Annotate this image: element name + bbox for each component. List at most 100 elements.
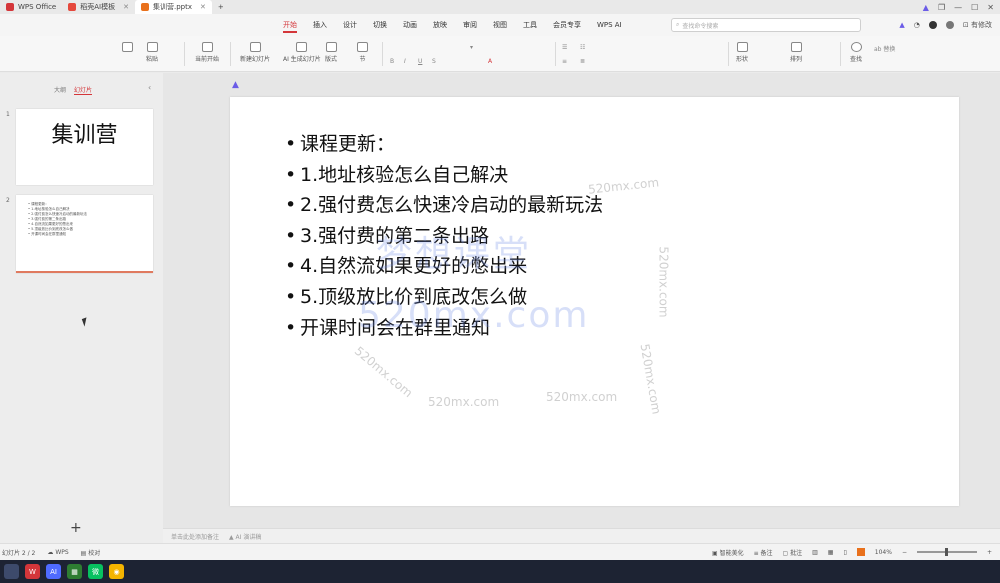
ai-spark-icon[interactable]: ▲	[923, 3, 929, 12]
new-slide-button[interactable]: 新建幻灯片	[240, 42, 270, 63]
tab-document[interactable]: 集训营.pptx ✕	[134, 0, 212, 14]
tab-slides[interactable]: 幻灯片	[74, 85, 93, 95]
find-button[interactable]: 查找	[850, 42, 862, 63]
taskbar-app-icon[interactable]: ▦	[67, 564, 82, 579]
os-taskbar: W AI ▦ 微 ◉	[0, 560, 1000, 583]
tab-wps-office[interactable]: WPS Office	[0, 0, 62, 14]
add-slide-button[interactable]: +	[70, 520, 82, 536]
notification-icon[interactable]: ◔	[914, 21, 920, 29]
shape-button[interactable]: 形状	[736, 42, 748, 63]
slide-thumbnail-2[interactable]: • 课程更新： • 1.地址核验怎么自己解决 • 2.强付费怎么快速冷启动的最新…	[16, 195, 153, 273]
menu-tab[interactable]: 开始	[283, 14, 297, 36]
bullet-list[interactable]: • 课程更新： • 1.地址核验怎么自己解决 • 2.强付费怎么快速冷启动的最新玩法 • 3.…	[285, 129, 603, 343]
normal-view-icon[interactable]: ▥	[812, 549, 818, 556]
slide-sorter-icon[interactable]: ▦	[828, 549, 834, 556]
bold-button[interactable]: B	[390, 58, 394, 65]
watermark-small: 520mx.com	[428, 395, 500, 409]
slide-thumbnail-1[interactable]: 集训营	[16, 109, 153, 185]
section-button[interactable]: 节	[357, 42, 368, 63]
ai-float-icon[interactable]: ▲	[232, 80, 239, 90]
slide-number: 1	[6, 111, 10, 118]
avatar[interactable]	[945, 21, 954, 29]
close-icon[interactable]: ✕	[200, 3, 206, 11]
menu-tabs: 开始 插入 设计 切换 动画 放映 审阅 视图 工具 会员专享 WPS AI	[283, 14, 622, 36]
watermark-small: 520mx.com	[656, 246, 671, 318]
format-painter-button[interactable]	[122, 42, 133, 54]
font-color-button[interactable]: A	[488, 58, 492, 65]
maximize-icon[interactable]: ☐	[971, 3, 978, 12]
tab-template[interactable]: 稻壳AI模板 ✕	[62, 0, 135, 14]
status-dot-icon	[928, 21, 937, 29]
share-button[interactable]: ⊡ 有修改	[963, 20, 992, 30]
wps-status[interactable]: ☁ WPS	[47, 549, 68, 556]
thumbnail-title: 集训营	[51, 123, 118, 148]
arrange-icon	[790, 42, 802, 52]
bullet-list-icon[interactable]: ☰	[562, 44, 567, 51]
tab-label: 稻壳AI模板	[80, 3, 116, 11]
bullet-marker: •	[285, 285, 297, 308]
align-left-icon[interactable]: ≡	[562, 58, 567, 65]
menu-tab[interactable]: 设计	[343, 14, 357, 36]
tab-label: 集训营.pptx	[152, 3, 192, 11]
notes-pane[interactable]: 单击此处添加备注 ▲ AI 演讲稿	[163, 528, 1000, 543]
reading-view-icon[interactable]: ▯	[843, 549, 846, 556]
numbered-list-icon[interactable]: ☷	[580, 44, 585, 51]
proofing-button[interactable]: ▤ 校对	[81, 548, 101, 557]
new-tab-button[interactable]: +	[212, 0, 230, 14]
bullet-item[interactable]: • 5.顶级放比价到底改怎么做	[285, 282, 603, 313]
layout-button[interactable]: 版式	[325, 42, 337, 63]
bullet-marker: •	[285, 255, 297, 278]
from-current-button[interactable]: 当前开始	[195, 42, 219, 63]
bullet-item[interactable]: • 4.自然流如果更好的憋出来	[285, 251, 603, 282]
command-search[interactable]: ⌕ 查找命令搜索	[671, 18, 861, 32]
tab-outline[interactable]: 大纲	[54, 85, 66, 95]
taskbar-app-icon[interactable]: 微	[88, 564, 103, 579]
menu-tab[interactable]: 插入	[313, 14, 327, 36]
shape-icon	[736, 42, 748, 52]
collapse-panel-icon[interactable]: ‹	[148, 83, 151, 92]
close-icon[interactable]: ✕	[123, 3, 129, 11]
notes-toggle-button[interactable]: ≡ 备注	[754, 548, 773, 557]
underline-button[interactable]: U	[418, 58, 422, 65]
menu-tab[interactable]: 切换	[373, 14, 387, 36]
search-icon	[850, 42, 862, 52]
align-center-icon[interactable]: ≣	[580, 58, 585, 65]
bullet-item[interactable]: • 1.地址核验怎么自己解决	[285, 160, 603, 191]
replace-button[interactable]: ab 替换	[874, 44, 895, 53]
slideshow-icon[interactable]	[856, 548, 865, 556]
font-size-dropdown[interactable]: ▾	[470, 44, 473, 51]
window-restore-icon[interactable]: ❐	[938, 3, 945, 12]
bullet-item[interactable]: • 开课时间会在群里通知	[285, 313, 603, 344]
strikethrough-button[interactable]: S	[432, 58, 436, 65]
paste-button[interactable]: 粘贴	[146, 42, 158, 63]
ai-speech-button[interactable]: ▲ AI 演讲稿	[229, 532, 261, 541]
minimize-icon[interactable]: —	[954, 3, 962, 12]
ai-generate-button[interactable]: AI 生成幻灯片	[283, 42, 321, 63]
ai-icon[interactable]: ▲	[899, 21, 904, 29]
zoom-in-icon[interactable]: +	[987, 549, 992, 556]
menu-tab[interactable]: 审阅	[463, 14, 477, 36]
comments-toggle-button[interactable]: ▢ 批注	[783, 548, 803, 557]
bullet-item[interactable]: • 3.强付费的第二条出路	[285, 221, 603, 252]
arrange-button[interactable]: 排列	[790, 42, 802, 63]
slide-canvas[interactable]: • 课程更新： • 1.地址核验怎么自己解决 • 2.强付费怎么快速冷启动的最新玩法 • 3.…	[230, 97, 959, 506]
zoom-level[interactable]: 104%	[875, 549, 892, 556]
zoom-out-icon[interactable]: −	[902, 549, 907, 556]
menu-tab[interactable]: 工具	[523, 14, 537, 36]
menu-tab[interactable]: 放映	[433, 14, 447, 36]
zoom-slider[interactable]	[916, 548, 977, 556]
taskbar-app-icon[interactable]: W	[25, 564, 40, 579]
smart-beautify-button[interactable]: ▣ 智能美化	[712, 548, 744, 557]
menu-tab[interactable]: WPS AI	[597, 14, 622, 36]
taskbar-app-icon[interactable]: AI	[46, 564, 61, 579]
bullet-item[interactable]: • 课程更新：	[285, 129, 603, 160]
taskbar-app-icon[interactable]	[4, 564, 19, 579]
menu-tab[interactable]: 会员专享	[553, 14, 581, 36]
taskbar-app-icon[interactable]: ◉	[109, 564, 124, 579]
bullet-item[interactable]: • 2.强付费怎么快速冷启动的最新玩法	[285, 190, 603, 221]
menu-tab[interactable]: 视图	[493, 14, 507, 36]
close-window-icon[interactable]: ✕	[987, 3, 994, 12]
menu-tab[interactable]: 动画	[403, 14, 417, 36]
watermark-small: 520mx.com	[637, 342, 664, 416]
italic-button[interactable]: I	[404, 58, 406, 65]
